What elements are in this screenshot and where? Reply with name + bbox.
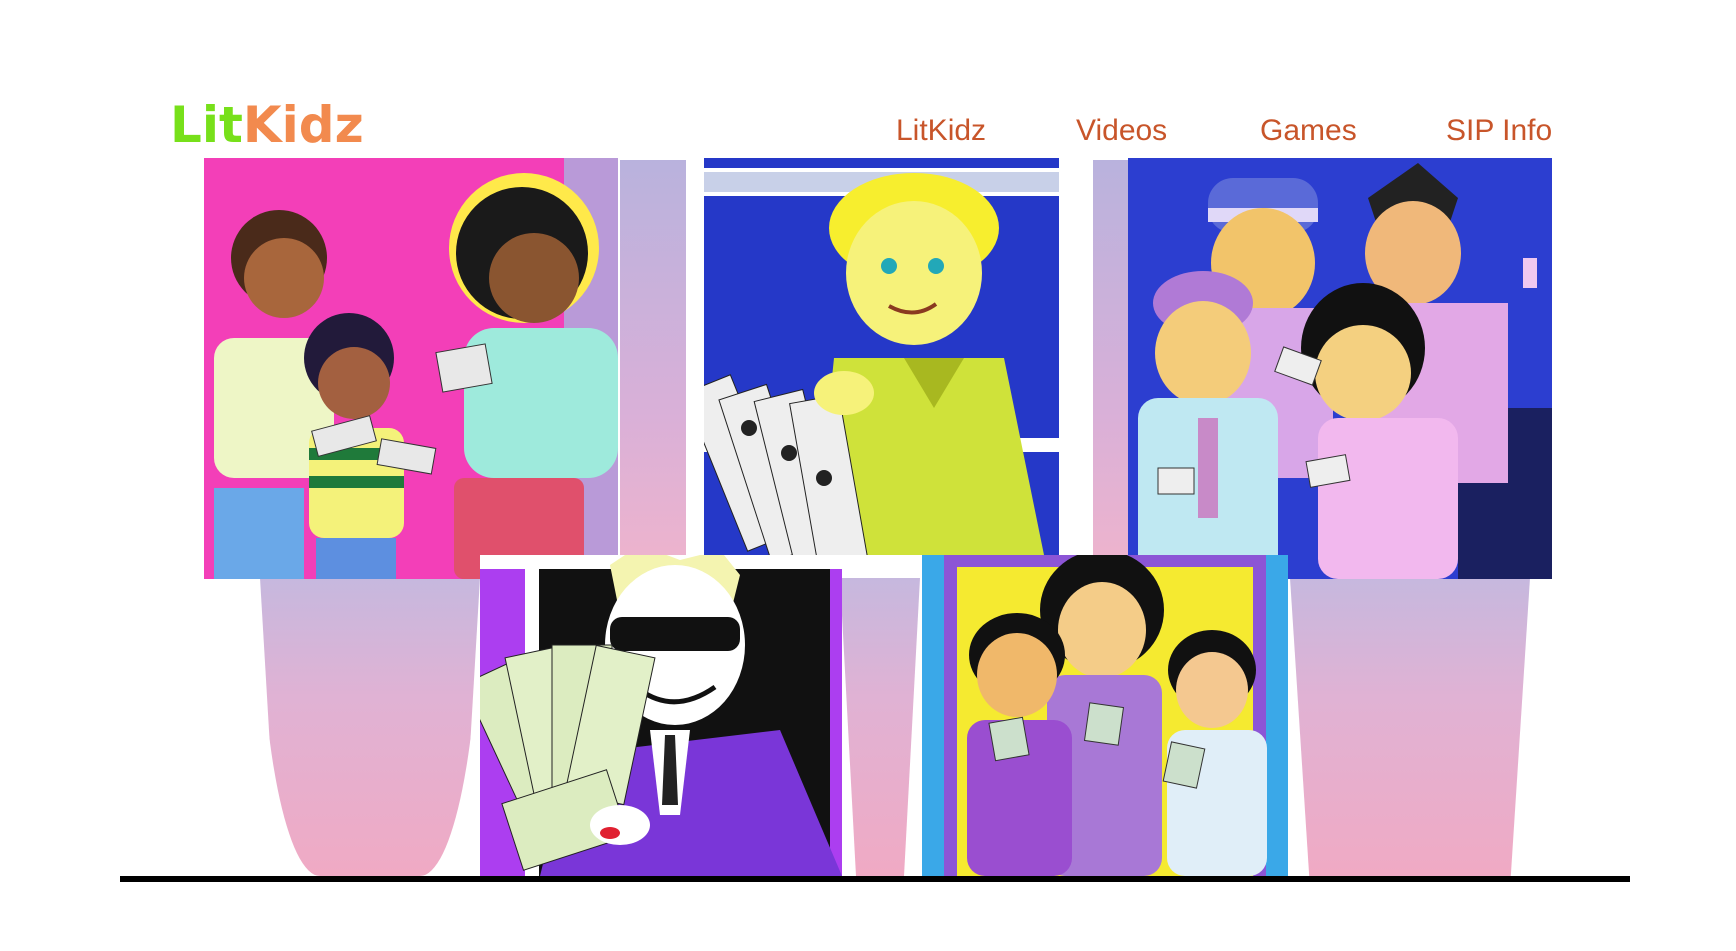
nav-link-sip-info[interactable]: SIP Info [1446,114,1552,148]
gallery-image-1[interactable] [204,158,618,579]
gallery-image-4-art [480,555,842,876]
gallery-image-2[interactable] [704,158,1076,555]
gallery-image-2-art [704,158,1076,555]
main-nav: LitKidz Videos Games SIP Info [0,114,1736,154]
gallery-image-4[interactable] [480,555,842,876]
nav-link-litkidz[interactable]: LitKidz [896,114,986,148]
curtain-center [840,578,920,876]
curtain-right [1290,578,1530,876]
gallery-image-1-art [204,158,618,579]
gallery-image-3[interactable] [1128,158,1552,579]
gallery-image-5[interactable] [922,555,1288,876]
curtain-left [260,578,480,876]
nav-link-games[interactable]: Games [1260,114,1357,148]
curtain-strip [620,160,686,580]
curtain-strip [1093,160,1128,580]
gallery-image-5-art [922,555,1288,876]
gallery-image-3-art [1128,158,1552,579]
nav-link-videos[interactable]: Videos [1076,114,1167,148]
floor-line [120,876,1630,882]
